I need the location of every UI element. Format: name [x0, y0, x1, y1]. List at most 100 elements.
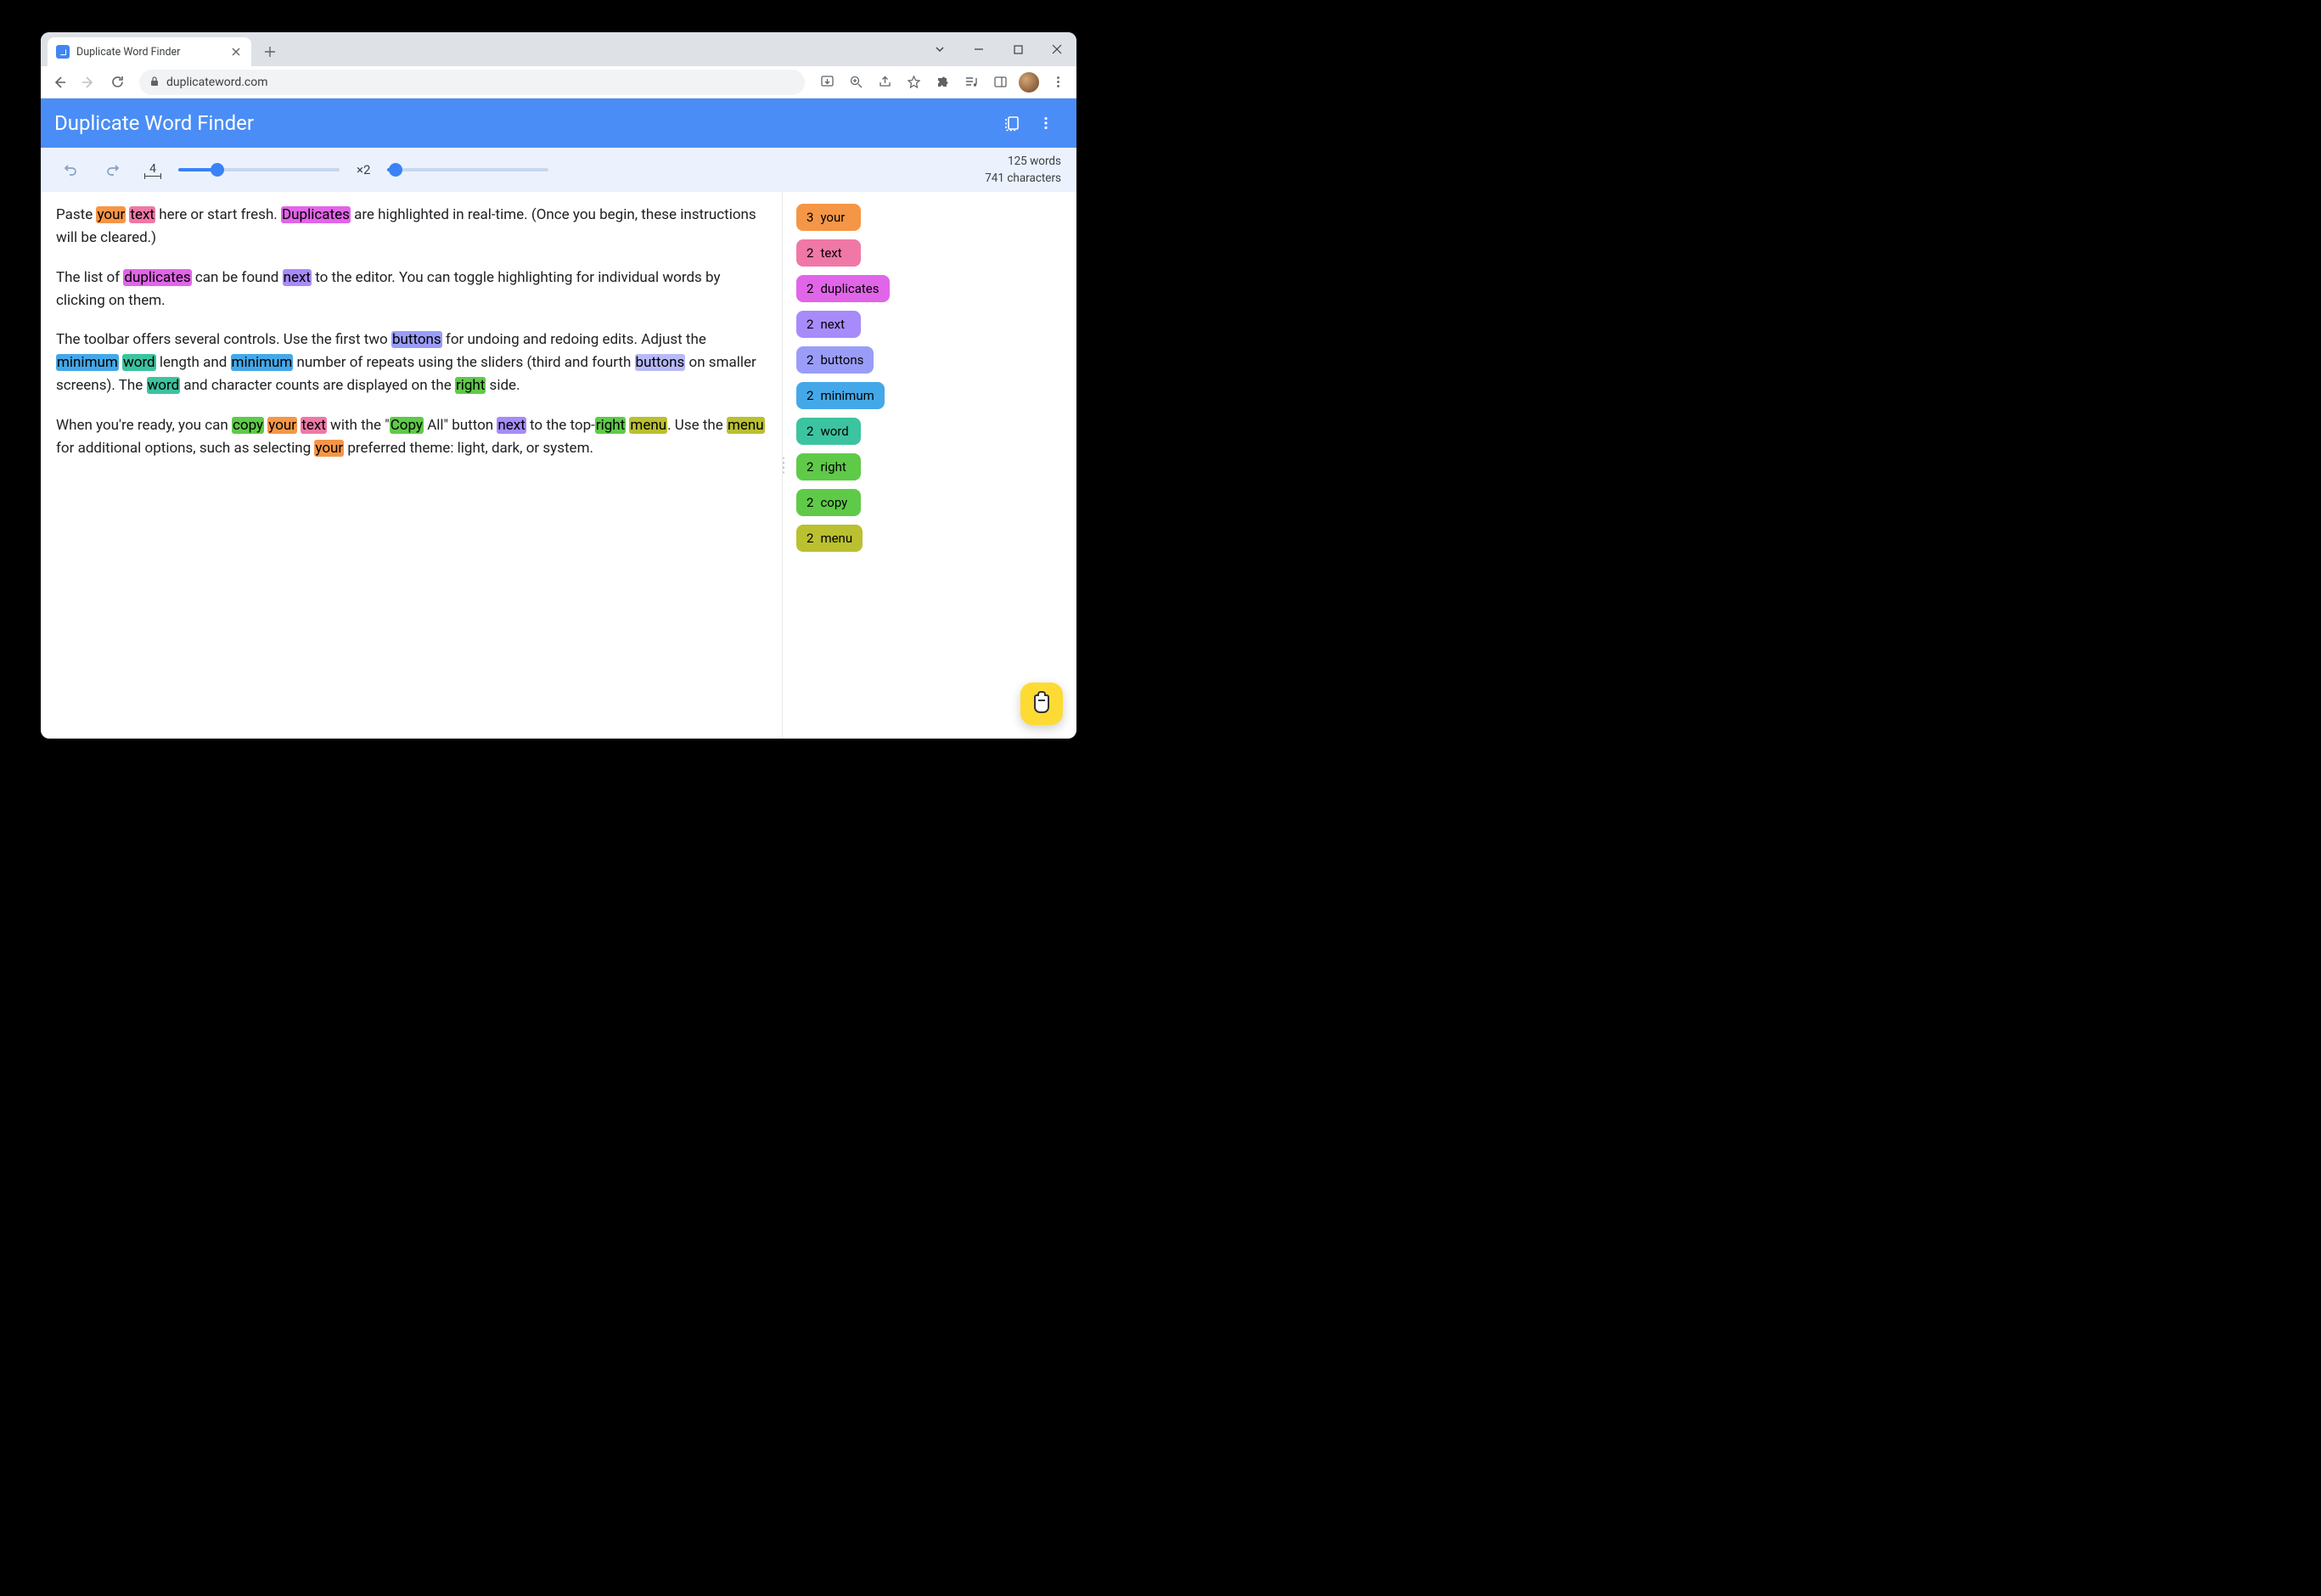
highlighted-word[interactable]: text	[301, 417, 327, 434]
donate-button[interactable]	[1020, 683, 1063, 725]
app-header: Duplicate Word Finder	[41, 98, 1076, 148]
highlighted-word[interactable]: your	[267, 417, 297, 434]
duplicate-count: 2	[806, 317, 813, 332]
arrow-right-icon	[81, 75, 96, 90]
highlighted-word[interactable]: minimum	[56, 354, 119, 371]
duplicate-count: 2	[806, 459, 813, 475]
extensions-button[interactable]	[930, 70, 954, 94]
app-title: Duplicate Word Finder	[54, 111, 254, 135]
zoom-button[interactable]	[844, 70, 868, 94]
redo-button[interactable]	[100, 156, 127, 183]
duplicate-word: duplicates	[820, 281, 879, 296]
duplicate-chip[interactable]: 2word	[796, 418, 861, 445]
minimize-icon	[974, 44, 984, 54]
highlighted-word[interactable]: word	[122, 354, 156, 371]
duplicate-word: minimum	[820, 388, 874, 403]
highlighted-word[interactable]: buttons	[635, 354, 686, 371]
duplicate-chip[interactable]: 3your	[796, 204, 861, 231]
reload-button[interactable]	[105, 70, 129, 94]
tab-strip: Duplicate Word Finder	[41, 32, 1076, 66]
duplicate-count: 2	[806, 495, 813, 510]
duplicate-count: 2	[806, 352, 813, 368]
favicon-icon	[56, 45, 70, 59]
highlighted-word[interactable]: word	[147, 377, 181, 394]
highlighted-word[interactable]: Copy	[390, 417, 424, 434]
duplicate-chip[interactable]: 2duplicates	[796, 275, 890, 302]
duplicate-chip[interactable]: 2 copy	[796, 489, 861, 516]
duplicate-count: 2	[806, 388, 813, 403]
duplicate-chip[interactable]: 2buttons	[796, 346, 874, 374]
min-length-indicator: 4	[144, 163, 161, 177]
forward-button[interactable]	[76, 70, 100, 94]
kebab-icon	[1051, 75, 1065, 89]
duplicates-sidebar: ⋮⋮ 3your2text2duplicates2next2buttons2mi…	[783, 192, 1076, 739]
highlighted-word[interactable]: your	[314, 440, 344, 457]
highlighted-word[interactable]: duplicates	[123, 269, 191, 286]
maximize-icon	[1014, 45, 1023, 54]
close-window-button[interactable]	[1037, 32, 1076, 66]
close-icon	[232, 48, 240, 56]
address-bar: duplicateword.com	[41, 66, 1076, 98]
highlighted-word[interactable]: menu	[629, 417, 667, 434]
close-tab-button[interactable]	[229, 45, 243, 59]
side-panel-button[interactable]	[988, 70, 1012, 94]
plus-icon	[264, 46, 276, 58]
browser-window: Duplicate Word Finder	[41, 32, 1076, 739]
back-button[interactable]	[48, 70, 71, 94]
share-button[interactable]	[873, 70, 896, 94]
profile-button[interactable]	[1017, 70, 1041, 94]
install-app-button[interactable]	[815, 70, 839, 94]
app-menu-button[interactable]	[1029, 106, 1063, 140]
duplicate-chip[interactable]: 2 minimum	[796, 382, 885, 409]
browser-tab[interactable]: Duplicate Word Finder	[48, 37, 251, 66]
duplicate-word: copy	[820, 495, 847, 510]
min-repeat-slider[interactable]	[387, 168, 548, 171]
omnibox[interactable]: duplicateword.com	[139, 70, 805, 95]
editor-paragraph: The toolbar offers several controls. Use…	[56, 329, 767, 397]
highlighted-word[interactable]: right	[595, 417, 626, 434]
reading-list-button[interactable]	[959, 70, 983, 94]
duplicate-chip[interactable]: 2next	[796, 311, 861, 338]
highlighted-word[interactable]: next	[497, 417, 525, 434]
duplicate-count: 2	[806, 531, 813, 546]
duplicate-chip[interactable]: 2right	[796, 453, 861, 480]
highlighted-word[interactable]: Duplicates	[281, 206, 351, 223]
highlighted-word[interactable]: your	[96, 206, 126, 223]
tab-search-button[interactable]	[920, 32, 959, 66]
word-count: 125 words	[985, 153, 1061, 170]
highlighted-word[interactable]: menu	[727, 417, 765, 434]
duplicate-chip[interactable]: 2 menu	[796, 525, 863, 552]
editor-paragraph: Paste your text here or start fresh. Dup…	[56, 204, 767, 250]
new-tab-button[interactable]	[258, 40, 282, 64]
chevron-down-icon	[934, 43, 946, 55]
highlighted-word[interactable]: right	[455, 377, 486, 394]
highlighted-word[interactable]: next	[283, 269, 312, 286]
duplicate-chip[interactable]: 2text	[796, 239, 861, 267]
min-length-slider[interactable]	[178, 168, 340, 171]
maximize-button[interactable]	[998, 32, 1037, 66]
undo-button[interactable]	[56, 156, 83, 183]
minimize-button[interactable]	[959, 32, 998, 66]
duplicate-count: 2	[806, 245, 813, 261]
duplicate-count: 3	[806, 210, 813, 225]
copy-icon	[1003, 114, 1021, 132]
list-music-icon	[964, 75, 979, 89]
copy-all-button[interactable]	[995, 106, 1029, 140]
reload-icon	[110, 75, 125, 89]
editor[interactable]: Paste your text here or start fresh. Dup…	[41, 192, 783, 739]
duplicate-count: 2	[806, 424, 813, 439]
highlighted-word[interactable]: copy	[232, 417, 264, 434]
highlighted-word[interactable]: minimum	[231, 354, 294, 371]
tab-title: Duplicate Word Finder	[76, 46, 180, 59]
duplicate-word: menu	[820, 531, 852, 546]
chrome-menu-button[interactable]	[1046, 70, 1070, 94]
close-icon	[1052, 44, 1062, 54]
puzzle-icon	[936, 75, 950, 89]
star-icon	[907, 75, 921, 89]
resize-handle[interactable]: ⋮⋮	[783, 460, 790, 470]
highlighted-word[interactable]: text	[129, 206, 155, 223]
highlighted-word[interactable]: buttons	[391, 331, 442, 348]
char-count: 741 characters	[985, 170, 1061, 187]
bookmark-button[interactable]	[902, 70, 925, 94]
share-icon	[878, 75, 892, 89]
